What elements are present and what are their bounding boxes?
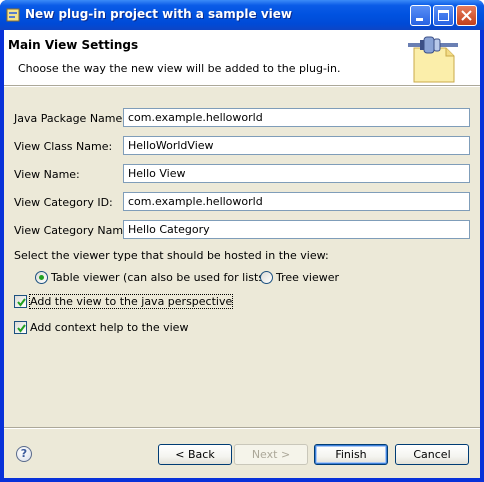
view-name-label: View Name: <box>14 168 80 181</box>
view-name-field[interactable] <box>123 164 470 183</box>
view-category-id-label: View Category ID: <box>14 196 113 209</box>
maximize-icon <box>438 10 449 21</box>
view-category-name-field[interactable] <box>123 220 470 239</box>
cancel-button[interactable]: Cancel <box>395 444 469 465</box>
banner-separator-highlight <box>4 86 480 87</box>
back-button[interactable]: < Back <box>158 444 232 465</box>
close-button[interactable] <box>456 5 477 26</box>
maximize-button[interactable] <box>433 5 454 26</box>
tree-viewer-label[interactable]: Tree viewer <box>276 271 339 284</box>
checkmark-icon <box>17 298 26 307</box>
close-icon <box>461 10 472 21</box>
tree-viewer-radio[interactable] <box>260 271 273 284</box>
package-name-label: Java Package Name: <box>14 112 126 125</box>
dialog-window: New plug-in project with a sample view M… <box>0 0 484 482</box>
page-description: Choose the way the new view will be adde… <box>18 62 341 75</box>
wizard-banner: Main View Settings Choose the way the ne… <box>4 30 480 85</box>
checkmark-icon <box>17 324 26 333</box>
table-viewer-radio[interactable] <box>35 271 48 284</box>
add-to-perspective-label[interactable]: Add the view to the java perspective <box>28 294 234 309</box>
plugin-wizard-icon <box>408 36 458 83</box>
view-class-name-label: View Class Name: <box>14 140 113 153</box>
add-context-help-label[interactable]: Add context help to the view <box>30 321 188 334</box>
minimize-icon <box>416 18 423 21</box>
view-category-name-label: View Category Name: <box>14 224 134 237</box>
finish-button[interactable]: Finish <box>314 444 388 465</box>
window-title: New plug-in project with a sample view <box>25 7 292 21</box>
eclipse-plugin-icon <box>6 8 20 22</box>
dialog-client-area: Main View Settings Choose the way the ne… <box>4 30 480 478</box>
next-button[interactable]: Next > <box>234 444 308 465</box>
viewer-type-prompt: Select the viewer type that should be ho… <box>14 249 329 262</box>
page-title: Main View Settings <box>8 38 139 52</box>
add-context-help-checkbox[interactable] <box>14 321 27 334</box>
view-class-name-field[interactable] <box>123 136 470 155</box>
table-viewer-label[interactable]: Table viewer (can also be used for lists… <box>51 271 268 284</box>
view-category-id-field[interactable] <box>123 192 470 211</box>
package-name-field[interactable] <box>123 108 470 127</box>
title-bar[interactable]: New plug-in project with a sample view <box>0 0 484 30</box>
help-icon[interactable]: ? <box>16 446 32 462</box>
footer-separator-highlight <box>4 428 480 429</box>
minimize-button[interactable] <box>410 5 431 26</box>
add-to-perspective-checkbox[interactable] <box>14 295 27 308</box>
